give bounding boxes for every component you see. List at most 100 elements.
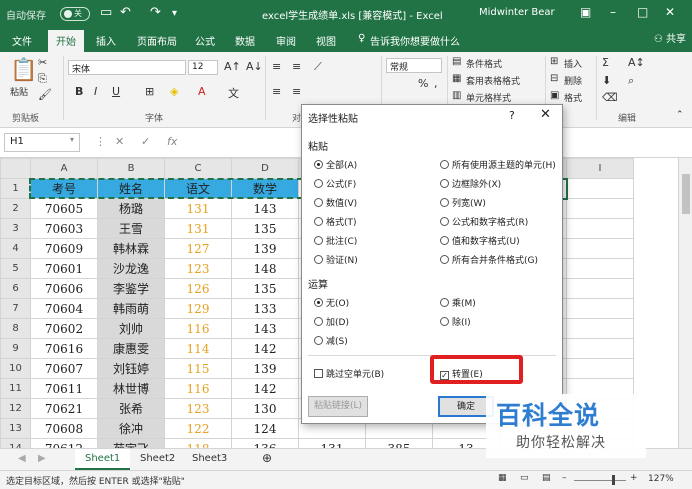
cut-icon[interactable]: ✂ <box>38 56 47 69</box>
help-button[interactable]: ? <box>509 109 515 122</box>
page-break-view-icon[interactable]: ▤ <box>542 473 551 483</box>
cell[interactable] <box>566 218 634 239</box>
grow-font-icon[interactable]: A↑ <box>224 60 241 73</box>
row-header[interactable]: 13 <box>0 418 31 439</box>
paste-option-comments[interactable]: 批注(C) <box>314 234 357 247</box>
cell[interactable]: 127 <box>164 238 232 259</box>
align-center-icon[interactable]: ≡ <box>292 85 301 98</box>
cancel-icon[interactable]: ✕ <box>115 135 124 148</box>
operation-subtract[interactable]: 减(S) <box>314 334 348 347</box>
tell-me-box[interactable]: 告诉我你想要做什么 <box>370 33 460 48</box>
format-button[interactable]: 格式 <box>564 91 582 104</box>
operation-multiply[interactable]: 乘(M) <box>440 296 476 309</box>
cell[interactable]: 沙龙逸 <box>97 258 165 279</box>
cell[interactable]: 苑宇飞 <box>97 438 165 448</box>
conditional-format-button[interactable]: 条件格式 <box>466 57 502 70</box>
close-icon[interactable]: ✕ <box>665 5 675 19</box>
row-header[interactable]: 2 <box>0 198 31 219</box>
cell[interactable]: 135 <box>231 218 299 239</box>
cell[interactable]: 70605 <box>30 198 98 219</box>
cell[interactable]: 143 <box>231 318 299 339</box>
enter-icon[interactable]: ✓ <box>141 135 150 148</box>
delete-button[interactable]: 删除 <box>564 74 582 87</box>
border-icon[interactable]: ⊞ <box>145 85 154 98</box>
cell[interactable]: 70612 <box>30 438 98 448</box>
cell[interactable]: 徐冲 <box>97 418 165 439</box>
cell[interactable]: 70607 <box>30 358 98 379</box>
scrollbar-thumb[interactable] <box>682 174 690 214</box>
cell[interactable] <box>566 358 634 379</box>
find-icon[interactable]: ⌕ <box>628 74 634 88</box>
row-header[interactable]: 9 <box>0 338 31 359</box>
ribbon-display-icon[interactable]: ▣ <box>580 5 591 19</box>
column-header[interactable]: A <box>30 158 98 179</box>
cell[interactable]: 142 <box>231 378 299 399</box>
cell[interactable]: 139 <box>231 358 299 379</box>
cell[interactable]: 刘钰婷 <box>97 358 165 379</box>
zoom-level[interactable]: 127% <box>648 474 674 484</box>
cell[interactable]: 114 <box>164 338 232 359</box>
column-header[interactable]: B <box>97 158 165 179</box>
paste-option-no-borders[interactable]: 边框除外(X) <box>440 177 501 190</box>
number-format-select[interactable]: 常规 <box>386 58 442 73</box>
cell[interactable]: 124 <box>231 418 299 439</box>
row-header[interactable]: 1 <box>0 178 31 199</box>
cell[interactable]: 143 <box>231 198 299 219</box>
paste-option-formats[interactable]: 格式(T) <box>314 215 357 228</box>
zoom-out-icon[interactable]: – <box>562 473 567 483</box>
tab-home[interactable]: 开始 <box>48 30 84 52</box>
tab-insert[interactable]: 插入 <box>96 33 116 48</box>
cell[interactable]: 123 <box>164 258 232 279</box>
cell[interactable]: 385 <box>365 438 433 448</box>
cell[interactable] <box>566 338 634 359</box>
add-sheet-icon[interactable]: ⊕ <box>252 449 282 470</box>
tab-view[interactable]: 视图 <box>316 33 336 48</box>
paste-option-validation[interactable]: 验证(N) <box>314 253 358 266</box>
align-middle-icon[interactable]: ≡ <box>292 60 301 73</box>
row-header[interactable]: 7 <box>0 298 31 319</box>
cell[interactable]: 杨璐 <box>97 198 165 219</box>
cell[interactable]: 131 <box>298 438 366 448</box>
insert-button[interactable]: 插入 <box>564 57 582 70</box>
normal-view-icon[interactable]: ▦ <box>498 473 507 483</box>
format-painter-icon[interactable]: 🖌 <box>38 88 52 101</box>
align-left-icon[interactable]: ≡ <box>272 85 281 98</box>
cell[interactable]: 70608 <box>30 418 98 439</box>
tab-file[interactable]: 文件 <box>12 33 32 48</box>
row-header[interactable]: 4 <box>0 238 31 259</box>
share-button[interactable]: ⚇ 共享 <box>654 30 686 45</box>
row-header[interactable]: 12 <box>0 398 31 419</box>
operation-none[interactable]: 无(O) <box>314 296 349 309</box>
tab-review[interactable]: 审阅 <box>276 33 296 48</box>
cell[interactable] <box>566 238 634 259</box>
cell[interactable]: 70621 <box>30 398 98 419</box>
minimize-icon[interactable]: – <box>610 5 616 19</box>
cell[interactable]: 70602 <box>30 318 98 339</box>
row-header[interactable]: 14 <box>0 438 31 448</box>
cell[interactable]: 130 <box>231 398 299 419</box>
cell[interactable]: 116 <box>164 378 232 399</box>
cell[interactable]: 刘帅 <box>97 318 165 339</box>
column-header[interactable]: I <box>566 158 634 179</box>
insert-function-button[interactable]: fx <box>167 135 177 148</box>
cell[interactable]: 115 <box>164 358 232 379</box>
maximize-icon[interactable]: □ <box>637 5 648 19</box>
font-size-select[interactable]: 12 <box>188 60 218 75</box>
cell[interactable]: 131 <box>164 218 232 239</box>
paste-option-all[interactable]: 全部(A) <box>314 158 357 171</box>
name-box[interactable]: H1 <box>4 133 80 152</box>
cell[interactable]: 142 <box>231 338 299 359</box>
cell[interactable] <box>566 198 634 219</box>
sort-filter-icon[interactable]: A↕ <box>628 56 645 69</box>
cell[interactable]: 131 <box>164 198 232 219</box>
cell[interactable]: 148 <box>231 258 299 279</box>
align-top-icon[interactable]: ≡ <box>272 60 281 73</box>
cell-style-button[interactable]: 单元格样式 <box>466 91 511 104</box>
cell[interactable]: 姓名 <box>97 178 165 199</box>
cell[interactable]: 136 <box>231 438 299 448</box>
cell[interactable]: 70604 <box>30 298 98 319</box>
fill-color-icon[interactable]: ◈ <box>170 85 178 98</box>
comma-button[interactable]: , <box>434 77 438 90</box>
row-header[interactable]: 11 <box>0 378 31 399</box>
cell[interactable]: 语文 <box>164 178 232 199</box>
